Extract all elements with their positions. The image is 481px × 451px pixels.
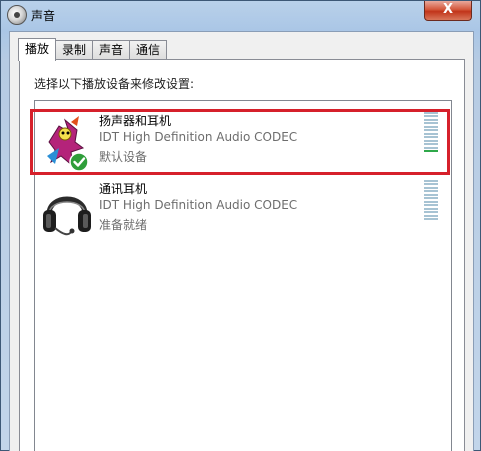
device-status: 准备就绪 — [99, 218, 148, 232]
tab-playback[interactable]: 播放 — [18, 38, 57, 61]
title-bar[interactable]: 声音 X — [1, 1, 480, 31]
tab-communications[interactable]: 通信 — [129, 40, 168, 60]
device-description: IDT High Definition Audio CODEC — [99, 198, 298, 212]
dialog-client-area: 播放 录制 声音 通信 选择以下播放设备来修改设置: 扬声器和耳机 IDT Hi… — [9, 31, 474, 451]
device-item-speakers[interactable]: 扬声器和耳机 IDT High Definition Audio CODEC 默… — [35, 108, 451, 176]
tab-sounds[interactable]: 声音 — [92, 40, 131, 60]
sound-dialog-window: 声音 X 播放 录制 声音 通信 选择以下播放设备来修改设置: 扬声器和耳机 I… — [0, 0, 481, 451]
device-list[interactable]: 扬声器和耳机 IDT High Definition Audio CODEC 默… — [34, 100, 452, 451]
volume-level-meter — [424, 180, 438, 220]
speaker-app-icon — [7, 5, 27, 25]
device-description: IDT High Definition Audio CODEC — [99, 130, 298, 144]
device-status: 默认设备 — [99, 150, 148, 164]
volume-level-meter — [424, 112, 438, 152]
device-item-headset[interactable]: 通讯耳机 IDT High Definition Audio CODEC 准备就… — [35, 176, 451, 244]
speaker-default-icon — [47, 116, 89, 172]
playback-panel: 选择以下播放设备来修改设置: 扬声器和耳机 IDT High Definitio… — [19, 59, 465, 451]
tab-recording[interactable]: 录制 — [55, 40, 94, 60]
headphones-icon — [43, 196, 91, 236]
tab-strip: 播放 录制 声音 通信 — [18, 38, 168, 61]
device-name: 通讯耳机 — [99, 182, 148, 196]
device-name: 扬声器和耳机 — [99, 114, 172, 128]
instruction-text: 选择以下播放设备来修改设置: — [34, 77, 195, 91]
close-button[interactable]: X — [424, 1, 472, 21]
window-title: 声音 — [31, 9, 56, 23]
